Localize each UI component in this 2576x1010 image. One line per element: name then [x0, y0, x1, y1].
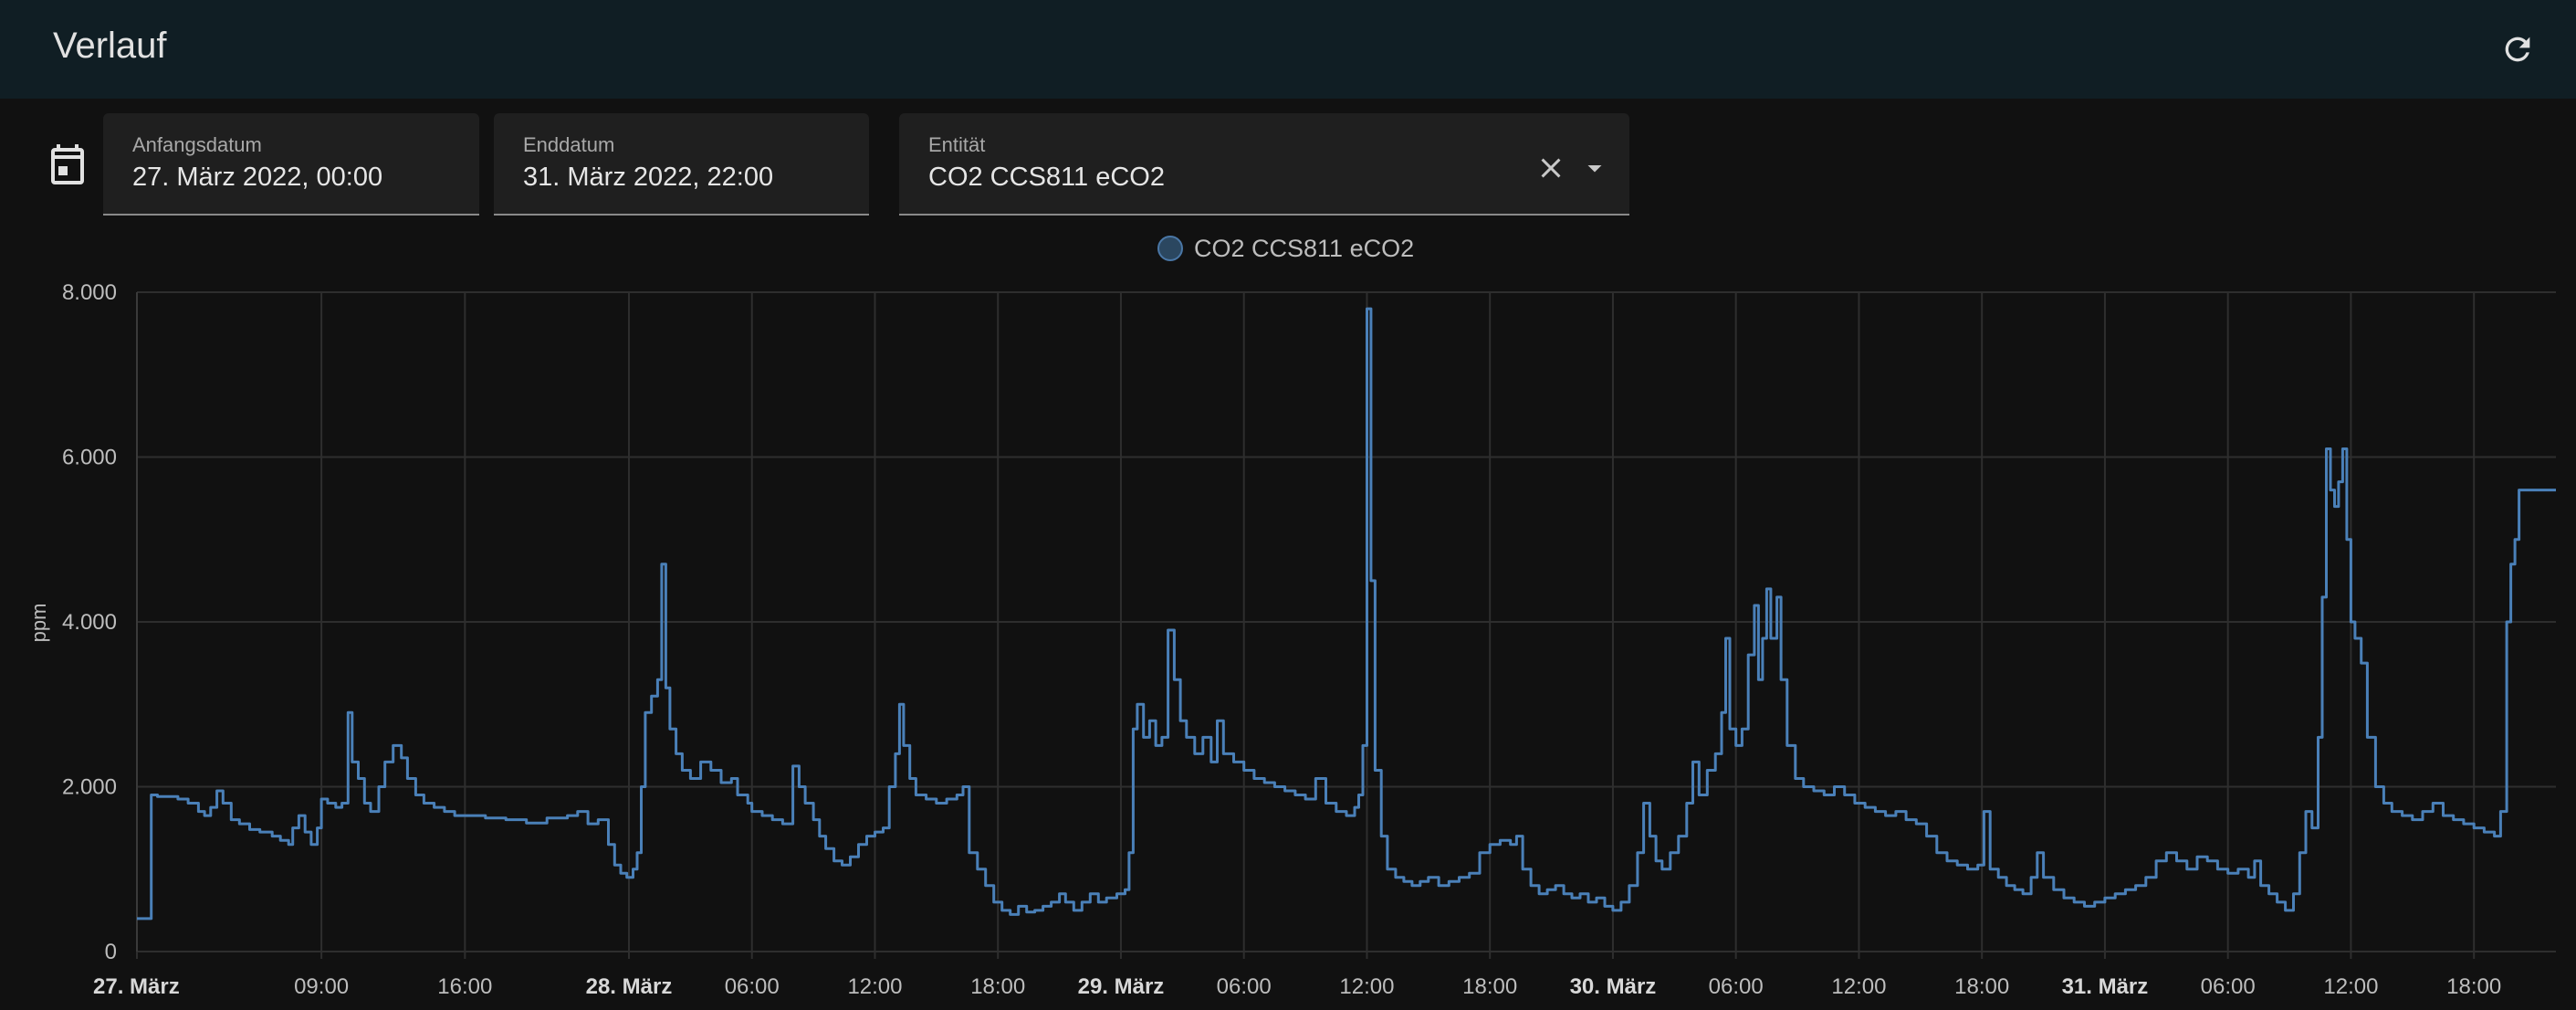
x-tick-label: 09:00 [294, 974, 349, 999]
x-tick-label: 18:00 [970, 974, 1025, 999]
x-tick-label: 16:00 [437, 974, 492, 999]
y-tick-label: 6.000 [62, 446, 117, 470]
x-tick-label: 28. März [586, 974, 673, 999]
x-tick-label: 31. März [2062, 974, 2149, 999]
x-tick-label: 06:00 [1709, 974, 1764, 999]
x-tick-label: 30. März [1570, 974, 1657, 999]
y-tick-label: 2.000 [62, 775, 117, 800]
series-line-co2[interactable] [137, 307, 2556, 921]
x-tick-label: 18:00 [1462, 974, 1517, 999]
y-tick-label: 0 [105, 940, 117, 964]
y-axis-label: ppm [27, 604, 50, 643]
history-chart: 0 2.000 4.000 6.000 8.000 27. März 09:00 16:00 2… [27, 280, 2556, 999]
x-tick-label: 06:00 [1217, 974, 1272, 999]
x-tick-label: 12:00 [847, 974, 902, 999]
x-tick-label: 12:00 [1831, 974, 1886, 999]
x-tick-label: 12:00 [1339, 974, 1394, 999]
x-tick-label: 29. März [1078, 974, 1165, 999]
x-tick-label: 18:00 [2446, 974, 2501, 999]
x-tick-label: 27. März [93, 974, 180, 999]
x-tick-label: 12:00 [2323, 974, 2378, 999]
y-tick-label: 8.000 [62, 280, 117, 305]
x-tick-label: 06:00 [725, 974, 780, 999]
x-tick-label: 18:00 [1954, 974, 2009, 999]
y-tick-label: 4.000 [62, 610, 117, 635]
x-tick-label: 06:00 [2201, 974, 2256, 999]
